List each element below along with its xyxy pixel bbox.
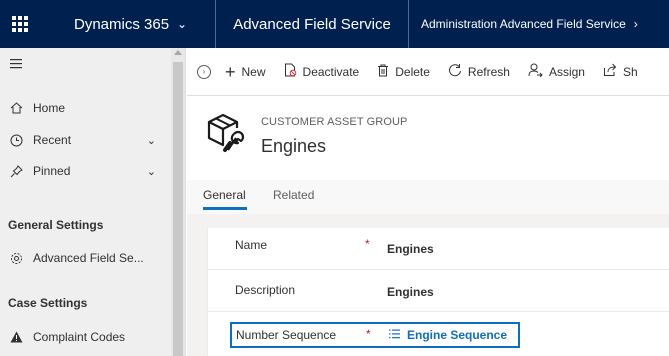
section-title-case-settings: Case Settings [8,296,88,310]
chevron-right-icon: › [633,17,638,31]
chevron-down-icon[interactable]: ⌄ [147,134,156,147]
scroll-up-arrow-icon[interactable] [174,50,182,55]
tab-related[interactable]: Related [273,188,314,202]
field-row-description: Description Engines [207,270,669,312]
app-switcher[interactable]: Dynamics 365 ⌄ [40,0,215,48]
scrollbar-thumb[interactable] [173,62,183,356]
field-row-name: Name * Engines [207,228,669,270]
required-indicator: * [365,237,370,251]
record-header: CUSTOMER ASSET GROUP Engines [187,96,669,180]
new-button-label: New [241,64,266,79]
field-label-name: Name [235,238,268,252]
sidebar-item-home[interactable]: Home [0,96,172,120]
required-indicator: * [366,327,371,341]
lookup-list-icon [389,328,400,342]
refresh-icon [448,63,462,80]
sidebar-item-label: Home [33,101,66,115]
deactivate-button[interactable]: Deactivate [284,63,360,80]
record-title: Engines [261,136,327,156]
clock-icon [8,134,24,147]
waffle-icon [12,16,28,32]
entity-type-label: CUSTOMER ASSET GROUP [261,116,408,128]
warning-icon [8,331,24,343]
field-label-number-sequence: Number Sequence [236,328,337,342]
chevron-down-icon: ⌄ [177,17,188,31]
chevron-circle-icon: › [197,64,211,79]
refresh-button[interactable]: Refresh [448,63,510,80]
sidebar-item-pinned[interactable]: Pinned ⌄ [0,159,172,183]
form-tabs: General Related [187,180,669,214]
app-launcher-button[interactable] [0,0,40,48]
assign-button[interactable]: Assign [528,63,585,80]
area-title[interactable]: Advanced Field Service [216,0,408,48]
sidebar-item-complaint-codes[interactable]: Complaint Codes [0,325,172,349]
sidebar-item-advanced-field-service[interactable]: Advanced Field Se... [0,246,172,270]
assign-button-label: Assign [548,64,585,79]
asset-group-icon [203,110,247,154]
gear-icon [8,252,24,265]
trash-icon [377,64,389,80]
active-tab-indicator [203,207,247,210]
collapse-button[interactable]: › [197,64,211,79]
chevron-down-icon[interactable]: ⌄ [147,165,156,178]
new-button[interactable]: + New [225,61,266,82]
sidebar-menu-toggle[interactable] [0,52,172,76]
deactivate-icon [284,63,297,80]
field-label-description: Description [235,283,296,297]
name-field[interactable]: Engines [387,242,434,256]
hamburger-icon [8,59,24,69]
number-sequence-link[interactable]: Engine Sequence [407,328,507,342]
sidebar: Home Recent ⌄ Pinned ⌄ General Settings … [0,48,186,356]
command-bar: › + New Deactivate Delete Refresh Assign… [187,48,669,96]
share-icon [603,63,617,80]
sidebar-item-recent[interactable]: Recent ⌄ [0,128,172,152]
sidebar-item-label: Pinned [33,164,71,178]
top-bar: Dynamics 365 ⌄ Advanced Field Service Ad… [0,0,669,48]
sidebar-item-label: Complaint Codes [33,330,126,344]
delete-button[interactable]: Delete [377,64,430,80]
sidebar-scrollbar[interactable] [171,48,185,356]
description-field[interactable]: Engines [387,285,434,299]
deactivate-button-label: Deactivate [302,64,360,79]
refresh-button-label: Refresh [467,64,510,79]
app-title: Dynamics 365 [74,15,170,33]
delete-button-label: Delete [395,64,430,79]
sidebar-item-label: Advanced Field Se... [33,251,144,265]
section-title-general-settings: General Settings [8,218,104,232]
share-button[interactable]: Sh [603,63,638,80]
sidebar-item-label: Recent [33,133,72,147]
plus-icon: + [225,61,236,82]
pin-icon [8,164,24,178]
area-switcher[interactable]: Administration Advanced Field Service › [409,0,669,48]
number-sequence-field[interactable]: Number Sequence * Engine Sequence [230,322,520,348]
area-subtitle: Administration Advanced Field Service [421,17,626,31]
home-icon [8,102,24,114]
assign-icon [528,63,543,80]
tab-general[interactable]: General [203,188,246,202]
share-button-label: Sh [622,64,638,79]
